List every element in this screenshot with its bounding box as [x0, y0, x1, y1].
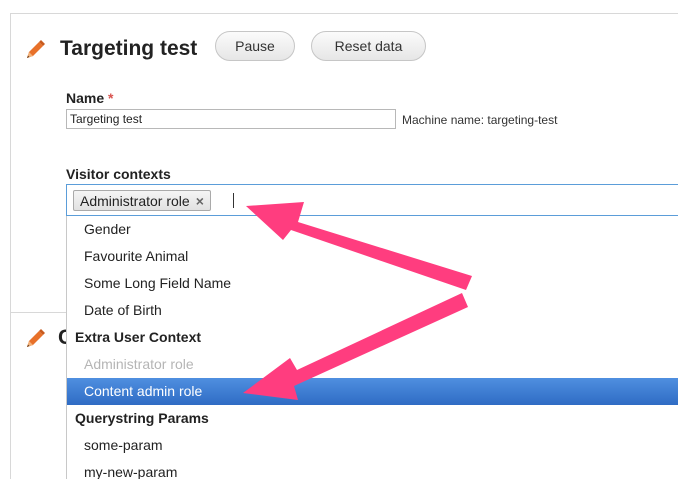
- option-favourite-animal[interactable]: Favourite Animal: [67, 243, 678, 270]
- option-some-long-field-name[interactable]: Some Long Field Name: [67, 270, 678, 297]
- pencil-icon: [24, 39, 46, 61]
- required-marker: *: [108, 90, 114, 106]
- page-title: Targeting test: [60, 37, 198, 60]
- option-label: Favourite Animal: [84, 248, 189, 264]
- text-cursor: [233, 193, 234, 208]
- name-label: Name *: [66, 90, 113, 106]
- panel-border-left: [10, 13, 11, 479]
- group-querystring-params: Querystring Params: [67, 405, 678, 432]
- option-gender[interactable]: Gender: [67, 216, 678, 243]
- name-label-text: Name: [66, 90, 105, 106]
- option-label: Content admin role: [84, 383, 203, 399]
- close-icon[interactable]: ×: [196, 193, 204, 209]
- pause-button[interactable]: Pause: [215, 31, 295, 61]
- selected-token: Administrator role ×: [73, 190, 211, 211]
- option-some-param[interactable]: some-param: [67, 432, 678, 459]
- panel-divider: [10, 312, 70, 313]
- section-title-partial: C: [58, 326, 66, 349]
- visitor-contexts-label: Visitor contexts: [66, 166, 171, 182]
- group-extra-user-context: Extra User Context: [67, 324, 678, 351]
- panel-border-top: [10, 13, 678, 14]
- option-content-admin-role[interactable]: Content admin role: [67, 378, 678, 405]
- name-input[interactable]: [66, 109, 396, 129]
- option-label: Some Long Field Name: [84, 275, 232, 291]
- option-label: Administrator role: [84, 356, 194, 372]
- reset-data-button[interactable]: Reset data: [311, 31, 426, 61]
- option-label: Gender: [84, 221, 131, 237]
- selected-token-label: Administrator role: [80, 192, 190, 209]
- visitor-contexts-select[interactable]: Administrator role ×: [66, 184, 678, 216]
- visitor-contexts-dropdown: Gender Favourite Animal Some Long Field …: [66, 216, 678, 479]
- option-date-of-birth[interactable]: Date of Birth: [67, 297, 678, 324]
- option-administrator-role-disabled: Administrator role: [67, 351, 678, 378]
- machine-name-text: Machine name: targeting-test: [402, 113, 558, 127]
- option-my-new-param[interactable]: my-new-param: [67, 459, 678, 479]
- group-label: Querystring Params: [75, 410, 209, 426]
- option-label: Date of Birth: [84, 302, 162, 318]
- option-label: my-new-param: [84, 464, 178, 479]
- pencil-icon: [24, 328, 46, 350]
- group-label: Extra User Context: [75, 329, 202, 345]
- option-label: some-param: [84, 437, 163, 453]
